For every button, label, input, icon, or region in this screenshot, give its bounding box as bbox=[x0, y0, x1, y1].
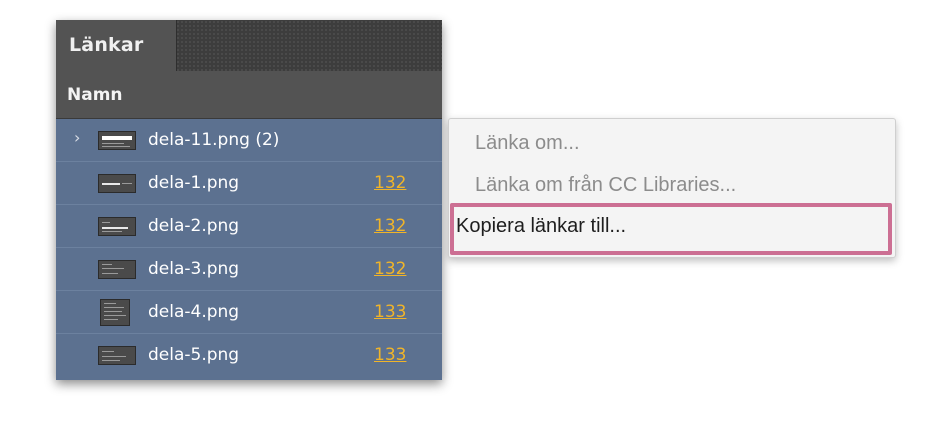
link-name: dela-1.png bbox=[148, 173, 240, 193]
image-thumbnail-icon bbox=[100, 299, 130, 326]
link-name: dela-11.png (2) bbox=[148, 130, 280, 150]
link-page[interactable]: 132 bbox=[374, 259, 406, 279]
column-header-name[interactable]: Namn bbox=[56, 71, 442, 119]
table-row[interactable]: dela-1.png 132 bbox=[56, 162, 442, 205]
link-name: dela-2.png bbox=[148, 216, 240, 236]
table-row[interactable]: › dela-11.png (2) bbox=[56, 119, 442, 162]
table-row[interactable]: dela-4.png 133 bbox=[56, 291, 442, 334]
table-row[interactable]: dela-5.png 133 bbox=[56, 334, 442, 377]
image-thumbnail-icon bbox=[98, 346, 136, 365]
chevron-right-icon[interactable]: › bbox=[74, 128, 80, 147]
tab-links[interactable]: Länkar bbox=[56, 20, 177, 71]
link-page[interactable]: 133 bbox=[374, 345, 406, 365]
menu-item-label: Länka om... bbox=[475, 132, 580, 154]
column-header-label: Namn bbox=[67, 85, 123, 105]
link-page[interactable]: 132 bbox=[374, 173, 406, 193]
links-list: › dela-11.png (2) dela-1.png 132 dela-2.… bbox=[56, 119, 442, 380]
table-row[interactable]: dela-2.png 132 bbox=[56, 205, 442, 248]
image-thumbnail-icon bbox=[98, 217, 136, 236]
image-thumbnail-icon bbox=[98, 131, 136, 150]
stage: Länkar Namn › dela-11.png (2) dela-1.png… bbox=[0, 0, 946, 422]
menu-item-label: Länka om från CC Libraries... bbox=[475, 174, 737, 196]
image-thumbnail-icon bbox=[98, 174, 136, 193]
image-thumbnail-icon bbox=[98, 260, 136, 279]
links-panel: Länkar Namn › dela-11.png (2) dela-1.png… bbox=[56, 20, 442, 380]
highlighted-menu-item: Kopiera länkar till... bbox=[450, 203, 892, 255]
table-row[interactable]: dela-3.png 132 bbox=[56, 248, 442, 291]
menu-item-relink-cc-libraries[interactable]: Länka om från CC Libraries... bbox=[449, 165, 895, 205]
menu-item-relink[interactable]: Länka om... bbox=[449, 123, 895, 163]
menu-item-label: Kopiera länkar till... bbox=[456, 215, 627, 237]
link-name: dela-4.png bbox=[148, 302, 240, 322]
tab-links-label: Länkar bbox=[69, 34, 144, 56]
link-name: dela-5.png bbox=[148, 345, 240, 365]
menu-item-copy-links-to[interactable]: Kopiera länkar till... bbox=[454, 207, 888, 247]
panel-tab-bar: Länkar bbox=[56, 20, 442, 71]
link-page[interactable]: 133 bbox=[374, 302, 406, 322]
link-page[interactable]: 132 bbox=[374, 216, 406, 236]
link-name: dela-3.png bbox=[148, 259, 240, 279]
